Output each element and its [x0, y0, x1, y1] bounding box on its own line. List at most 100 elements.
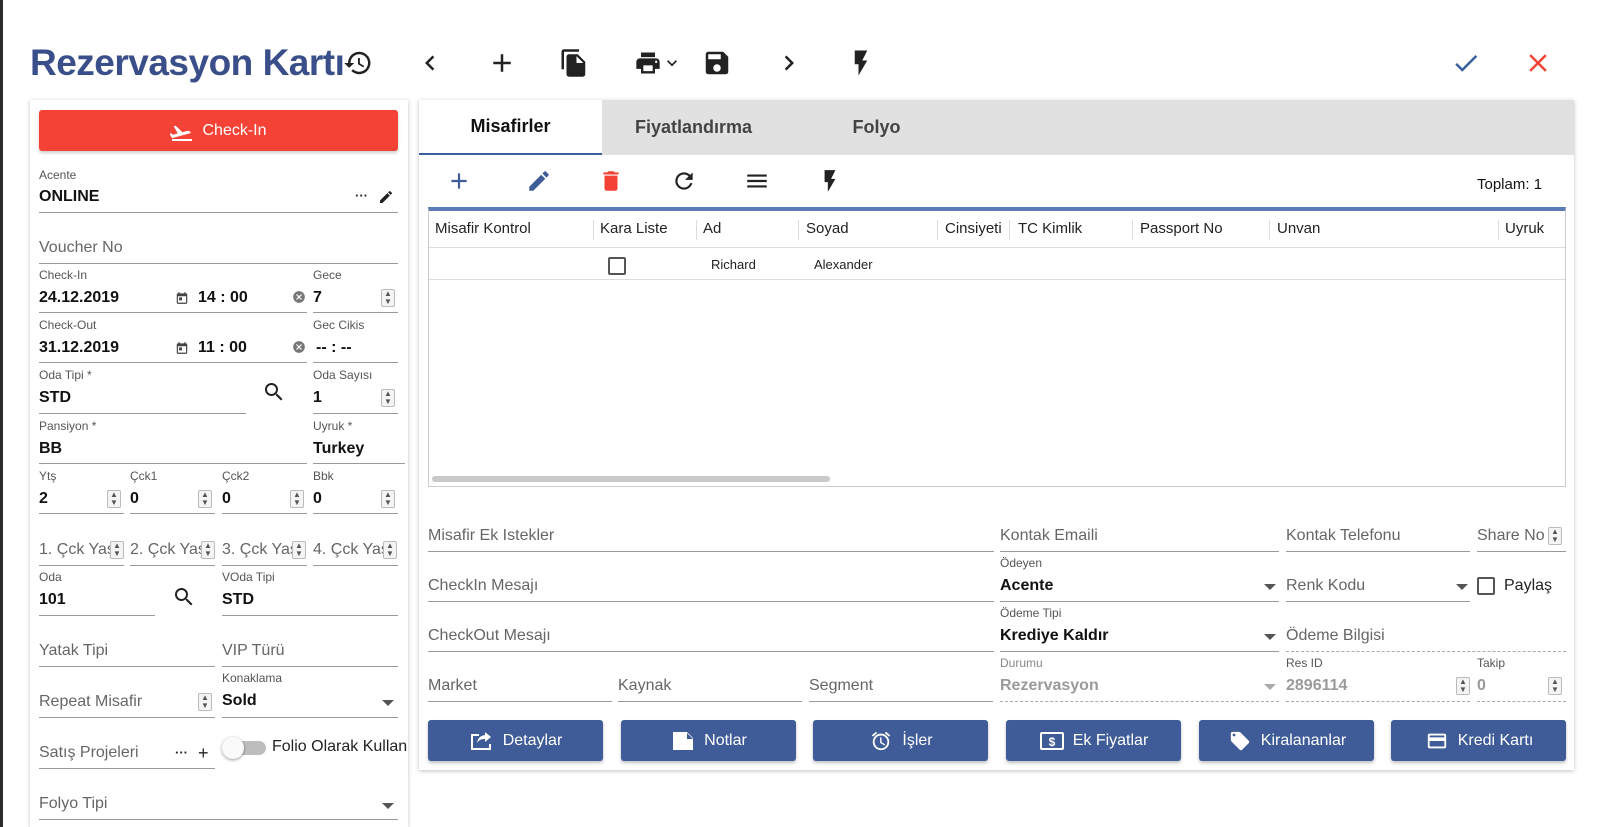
cck-yas-2-stepper[interactable]: ▲ ▼: [201, 541, 215, 559]
share-no-input[interactable]: Share No: [1477, 527, 1545, 545]
checkout-time[interactable]: 11 : 00: [198, 339, 247, 357]
kontak-emaili-input[interactable]: Kontak Emaili: [1000, 527, 1098, 545]
add-icon[interactable]: [482, 43, 522, 83]
oda-tipi-value[interactable]: STD: [39, 389, 71, 407]
folyo-tipi-select[interactable]: Folyo Tipi: [39, 795, 107, 813]
detaylar-button[interactable]: Detaylar: [428, 720, 603, 761]
flash-icon[interactable]: [841, 43, 881, 83]
kontak-telefonu-input[interactable]: Kontak Telefonu: [1286, 527, 1400, 545]
cck2-value[interactable]: 0: [222, 490, 231, 508]
kara-liste-checkbox[interactable]: [608, 257, 626, 275]
column-uyruk[interactable]: Uyruk: [1505, 220, 1544, 237]
column-cinsiyeti[interactable]: Cinsiyeti: [945, 220, 1002, 237]
checkin-date[interactable]: 24.12.2019: [39, 289, 119, 307]
folio-toggle-knob[interactable]: [222, 737, 244, 759]
history-icon[interactable]: [338, 43, 378, 83]
repeat-misafir-input[interactable]: Repeat Misafir: [39, 693, 142, 711]
chevron-down-icon[interactable]: [382, 803, 394, 809]
oda-value[interactable]: 101: [39, 591, 66, 609]
checkout-mesaji-input[interactable]: CheckOut Mesajı: [428, 627, 551, 645]
menu-icon[interactable]: [742, 166, 772, 196]
chevron-down-icon[interactable]: [1264, 584, 1276, 590]
clear-icon[interactable]: [292, 290, 306, 304]
checkin-mesaji-input[interactable]: CheckIn Mesajı: [428, 577, 538, 595]
edit-icon[interactable]: [378, 189, 394, 205]
yatak-tipi-input[interactable]: Yatak Tipi: [39, 642, 108, 660]
oda-sayisi-stepper[interactable]: ▲ ▼: [381, 389, 395, 407]
voucher-input[interactable]: Voucher No: [39, 239, 123, 257]
gec-cikis-value[interactable]: -- : --: [316, 339, 352, 357]
gece-stepper[interactable]: ▲ ▼: [381, 289, 395, 307]
clear-icon[interactable]: [292, 340, 306, 354]
checkin-time[interactable]: 14 : 00: [198, 289, 248, 307]
refresh-icon[interactable]: [669, 166, 699, 196]
calendar-icon[interactable]: [175, 291, 189, 305]
add-icon[interactable]: +: [198, 743, 209, 764]
kredi-karti-button[interactable]: Kredi Kartı: [1391, 720, 1566, 761]
pansiyon-value[interactable]: BB: [39, 440, 62, 458]
chevron-down-icon[interactable]: [382, 700, 394, 706]
odeyen-select[interactable]: Acente: [1000, 577, 1053, 595]
guest-last-name[interactable]: Alexander: [814, 257, 873, 272]
voda-tipi-value[interactable]: STD: [222, 591, 254, 609]
repeat-misafir-stepper[interactable]: ▲ ▼: [198, 693, 212, 711]
odeme-tipi-select[interactable]: Krediye Kaldır: [1000, 627, 1108, 645]
edit-guest-icon[interactable]: [524, 166, 554, 196]
column-ad[interactable]: Ad: [703, 220, 721, 237]
cck2-stepper[interactable]: ▲ ▼: [290, 490, 304, 508]
search-icon[interactable]: [262, 380, 286, 404]
renk-kodu-select[interactable]: Renk Kodu: [1286, 577, 1365, 595]
column-kara-liste[interactable]: Kara Liste: [600, 220, 668, 237]
check-in-button[interactable]: Check-In: [39, 110, 398, 151]
share-no-stepper[interactable]: ▲ ▼: [1548, 527, 1562, 545]
tab-folyo[interactable]: Folyo: [785, 100, 968, 155]
oda-sayisi-value[interactable]: 1: [313, 389, 322, 407]
delete-icon[interactable]: [596, 166, 626, 196]
more-icon[interactable]: ···: [355, 188, 368, 203]
isler-button[interactable]: İşler: [813, 720, 988, 761]
notlar-button[interactable]: Notlar: [621, 720, 796, 761]
odeme-bilgisi-input[interactable]: Ödeme Bilgisi: [1286, 627, 1385, 645]
acente-value[interactable]: ONLINE: [39, 188, 99, 206]
column-unvan[interactable]: Unvan: [1277, 220, 1320, 237]
gece-value[interactable]: 7: [313, 289, 322, 307]
kiralananlar-button[interactable]: Kiralananlar: [1199, 720, 1374, 761]
chevron-down-icon[interactable]: [1456, 584, 1468, 590]
checkout-date[interactable]: 31.12.2019: [39, 339, 119, 357]
segment-input[interactable]: Segment: [809, 677, 873, 695]
cck-yas-1-stepper[interactable]: ▲ ▼: [110, 541, 124, 559]
market-input[interactable]: Market: [428, 677, 477, 695]
column-soyad[interactable]: Soyad: [806, 220, 849, 237]
copy-icon[interactable]: [554, 43, 594, 83]
kaynak-input[interactable]: Kaynak: [618, 677, 671, 695]
close-icon[interactable]: [1518, 43, 1558, 83]
column-tc-kimlik[interactable]: TC Kimlik: [1018, 220, 1082, 237]
cck1-value[interactable]: 0: [130, 490, 139, 508]
yts-stepper[interactable]: ▲ ▼: [107, 490, 121, 508]
yts-value[interactable]: 2: [39, 490, 48, 508]
flash-icon[interactable]: [815, 166, 845, 196]
paylas-checkbox[interactable]: [1477, 577, 1495, 595]
konaklama-select[interactable]: Sold: [222, 692, 257, 710]
satis-projeleri-input[interactable]: Satış Projeleri: [39, 744, 139, 762]
column-passport-no[interactable]: Passport No: [1140, 220, 1223, 237]
tab-misafirler[interactable]: Misafirler: [419, 100, 602, 155]
vip-turu-input[interactable]: VIP Türü: [222, 642, 285, 660]
bbk-value[interactable]: 0: [313, 490, 322, 508]
ek-fiyatlar-button[interactable]: $ Ek Fiyatlar: [1006, 720, 1181, 761]
cck1-stepper[interactable]: ▲ ▼: [198, 490, 212, 508]
more-icon[interactable]: ···: [175, 745, 188, 760]
guest-first-name[interactable]: Richard: [711, 257, 756, 272]
previous-icon[interactable]: [410, 43, 450, 83]
add-guest-icon[interactable]: [444, 166, 474, 196]
grid-horizontal-scrollbar[interactable]: [432, 476, 830, 482]
cck-yas-4-stepper[interactable]: ▲ ▼: [383, 541, 397, 559]
misafir-ek-istekler-input[interactable]: Misafir Ek Istekler: [428, 527, 554, 545]
cck-yas-3-stepper[interactable]: ▲ ▼: [292, 541, 306, 559]
tab-fiyatlandirma[interactable]: Fiyatlandırma: [602, 100, 785, 155]
print-icon[interactable]: [628, 43, 688, 83]
save-icon[interactable]: [697, 43, 737, 83]
confirm-check-icon[interactable]: [1446, 43, 1486, 83]
uyruk-value[interactable]: Turkey: [313, 440, 364, 458]
chevron-down-icon[interactable]: [1264, 634, 1276, 640]
